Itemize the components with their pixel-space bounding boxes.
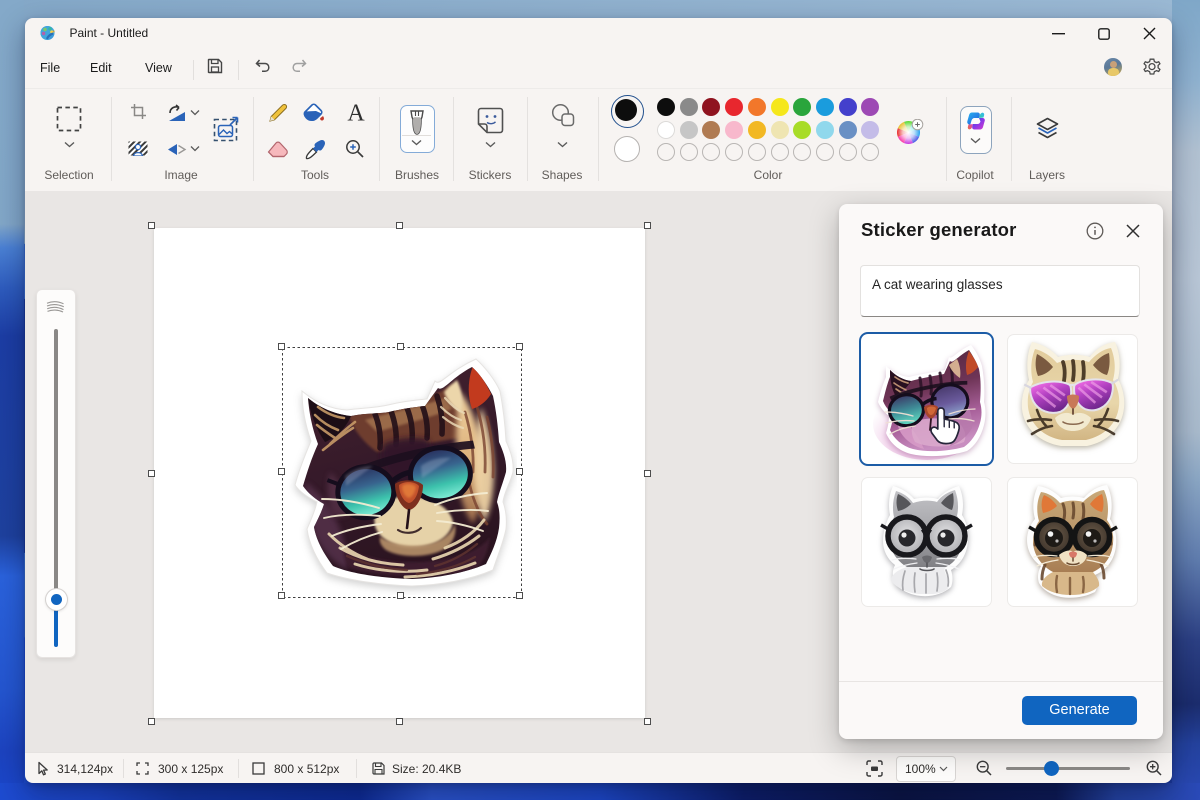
svg-text:A: A <box>347 102 365 124</box>
